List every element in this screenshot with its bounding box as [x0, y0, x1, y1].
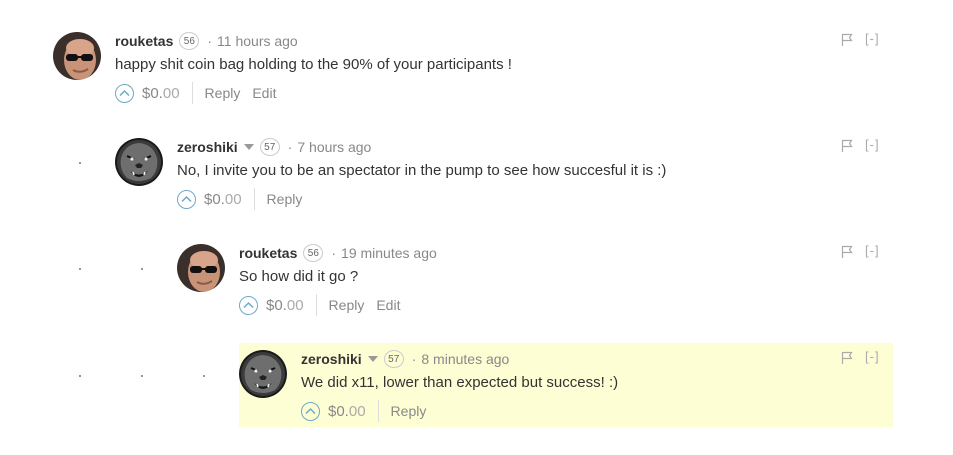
comment: zeroshiki 57 · 7 hours ago No, I invite …: [115, 131, 893, 215]
comment-footer: $0.00 Reply: [177, 186, 314, 212]
comment-header: zeroshiki 57 · 8 minutes ago: [301, 349, 509, 369]
chevron-up-icon: [119, 89, 130, 97]
author-name[interactable]: zeroshiki: [177, 139, 238, 155]
payout-amount: $0.00: [204, 191, 242, 208]
edit-button[interactable]: Edit: [252, 85, 276, 101]
upvote-button[interactable]: [301, 401, 320, 421]
divider: [191, 82, 193, 104]
comment-header: rouketas 56 · 19 minutes ago: [239, 243, 437, 263]
reply-button[interactable]: Reply: [329, 297, 365, 313]
comment-footer: $0.00 Reply: [301, 398, 438, 424]
caret-down-icon[interactable]: [367, 356, 378, 362]
payout-cents: 00: [162, 84, 180, 102]
reply-button[interactable]: Reply: [205, 85, 241, 101]
chevron-up-icon: [243, 301, 254, 309]
separator: ·: [411, 351, 417, 367]
comment: rouketas 56 · 19 minutes ago So how did …: [177, 237, 893, 321]
payout-amount: $0.00: [142, 85, 180, 102]
comment-body: We did x11, lower than expected but succ…: [301, 374, 619, 391]
payout-main: $0.: [142, 84, 163, 102]
avatar[interactable]: [239, 350, 287, 398]
author-name[interactable]: rouketas: [239, 245, 297, 261]
flag-icon[interactable]: [841, 245, 853, 259]
comment-body: No, I invite you to be an spectator in t…: [177, 162, 667, 179]
edit-button[interactable]: Edit: [376, 297, 400, 313]
payout-main: $0.: [266, 296, 287, 314]
payout-cents: 00: [224, 190, 242, 208]
comment-footer: $0.00 Reply Edit: [115, 80, 288, 106]
upvote-button[interactable]: [115, 83, 134, 103]
reputation-badge: 57: [383, 350, 404, 368]
comment: rouketas 56 · 11 hours ago happy shit co…: [53, 25, 893, 109]
indent-marker: [141, 268, 143, 270]
caret-down-icon[interactable]: [243, 144, 254, 150]
timestamp-link[interactable]: 7 hours ago: [297, 139, 371, 155]
comment-header: rouketas 56 · 11 hours ago: [115, 31, 298, 51]
flag-icon[interactable]: [841, 351, 853, 365]
upvote-button[interactable]: [239, 295, 258, 315]
avatar[interactable]: [177, 244, 225, 292]
indent-marker: [141, 375, 143, 377]
timestamp-link[interactable]: 11 hours ago: [217, 33, 298, 49]
separator: ·: [331, 245, 337, 261]
upvote-button[interactable]: [177, 189, 196, 209]
reputation-badge: 56: [179, 32, 200, 50]
indent-marker: [203, 375, 205, 377]
payout-cents: 00: [348, 402, 366, 420]
divider: [315, 294, 317, 316]
indent-marker: [79, 162, 81, 164]
comment-highlighted: zeroshiki 57 · 8 minutes ago We did x11,…: [239, 343, 893, 427]
comment-body: happy shit coin bag holding to the 90% o…: [115, 56, 512, 73]
flag-icon[interactable]: [841, 33, 853, 47]
collapse-button[interactable]: [-]: [865, 349, 880, 364]
comment-header: zeroshiki 57 · 7 hours ago: [177, 137, 371, 157]
reputation-badge: 56: [303, 244, 324, 262]
author-name[interactable]: zeroshiki: [301, 351, 362, 367]
payout-amount: $0.00: [266, 297, 304, 314]
payout-amount: $0.00: [328, 403, 366, 420]
payout-cents: 00: [286, 296, 304, 314]
reply-button[interactable]: Reply: [391, 403, 427, 419]
timestamp-link[interactable]: 8 minutes ago: [421, 351, 509, 367]
avatar[interactable]: [115, 138, 163, 186]
avatar[interactable]: [53, 32, 101, 80]
indent-marker: [79, 375, 81, 377]
author-name[interactable]: rouketas: [115, 33, 173, 49]
separator: ·: [287, 139, 293, 155]
indent-marker: [79, 268, 81, 270]
flag-icon[interactable]: [841, 139, 853, 153]
collapse-button[interactable]: [-]: [865, 31, 880, 46]
divider: [377, 400, 379, 422]
comment-body: So how did it go ?: [239, 268, 359, 285]
divider: [253, 188, 255, 210]
separator: ·: [207, 33, 213, 49]
payout-main: $0.: [204, 190, 225, 208]
timestamp-link[interactable]: 19 minutes ago: [341, 245, 437, 261]
reply-button[interactable]: Reply: [267, 191, 303, 207]
collapse-button[interactable]: [-]: [865, 243, 880, 258]
reputation-badge: 57: [259, 138, 280, 156]
collapse-button[interactable]: [-]: [865, 137, 880, 152]
chevron-up-icon: [181, 195, 192, 203]
comment-footer: $0.00 Reply Edit: [239, 292, 412, 318]
chevron-up-icon: [305, 407, 316, 415]
payout-main: $0.: [328, 402, 349, 420]
